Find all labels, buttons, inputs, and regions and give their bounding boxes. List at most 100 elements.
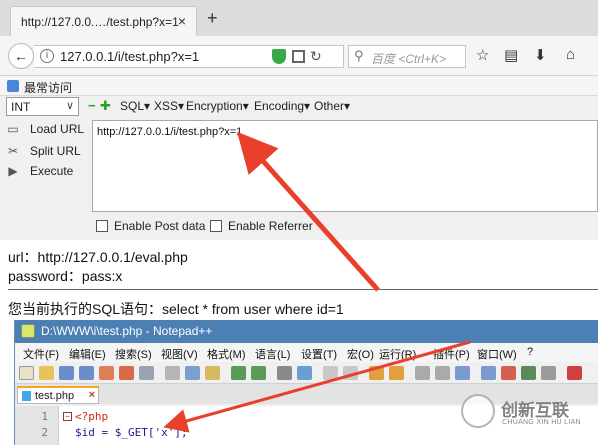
encoding-select-value: INT xyxy=(11,100,31,114)
menu-other-label: Other xyxy=(314,99,345,113)
load-url-button[interactable]: ▭ Load URL xyxy=(6,122,84,136)
execute-icon: ▶ xyxy=(8,164,18,178)
search-input[interactable]: ⚲ 百度 <Ctrl+K> xyxy=(348,45,466,68)
menu-settings[interactable]: 设置(T) xyxy=(301,346,337,362)
menu-view[interactable]: 视图(V) xyxy=(161,346,198,362)
qr-code-icon[interactable] xyxy=(292,50,305,63)
browser-navbar: ← i 127.0.0.1/i/test.php?x=1 ↻ ⚲ 百度 <Ctr… xyxy=(0,36,598,76)
stop-icon[interactable] xyxy=(567,366,582,380)
menu-format[interactable]: 格式(M) xyxy=(207,346,246,362)
home-icon[interactable]: ⌂ xyxy=(566,46,575,63)
hackbar-panel: ▭ Load URL ✂ Split URL ▶ Execute http://127… xyxy=(0,118,598,240)
reload-icon[interactable]: ↻ xyxy=(310,48,322,65)
menu-macro[interactable]: 宏(O) xyxy=(347,346,374,362)
menu-encoding-label: Encoding xyxy=(254,99,305,113)
find-icon[interactable] xyxy=(277,366,292,380)
browser-tab-strip: http://127.0.0.…/test.php?x=1 × + xyxy=(0,0,598,36)
notepad-toolbar xyxy=(15,362,598,384)
menu-run[interactable]: 运行(R) xyxy=(379,346,416,362)
address-bar[interactable]: i 127.0.0.1/i/test.php?x=1 ↻ xyxy=(34,45,344,68)
shield-icon[interactable] xyxy=(272,49,286,64)
watermark-text: 创新互联 xyxy=(501,401,569,420)
menu-edit[interactable]: 编辑(E) xyxy=(69,346,106,362)
redo-icon[interactable] xyxy=(251,366,266,380)
copy-icon[interactable] xyxy=(185,366,200,380)
cut-icon[interactable] xyxy=(165,366,180,380)
increase-icon[interactable]: ✚ xyxy=(100,98,111,114)
menu-window[interactable]: 窗口(W) xyxy=(477,346,517,362)
print-icon[interactable] xyxy=(139,366,154,380)
sync-horizontal-icon[interactable] xyxy=(389,366,404,380)
watermark-subtext: CHUANG XIN HU LIAN xyxy=(502,419,581,426)
notepad-title: D:\WWW\i\test.php - Notepad++ xyxy=(41,324,213,338)
menu-encoding[interactable]: Encoding▾ xyxy=(254,99,310,113)
encoding-select[interactable]: INT ∨ xyxy=(6,97,79,116)
save-all-icon[interactable] xyxy=(79,366,94,380)
enable-referrer-checkbox[interactable]: Enable Referrer xyxy=(210,219,313,233)
file-tab-label: test.php xyxy=(35,390,75,402)
hackbar-url-value: http://127.0.0.1/i/test.php?x=1 xyxy=(97,126,243,138)
menu-language[interactable]: 语言(L) xyxy=(255,346,290,362)
save-macro-icon[interactable] xyxy=(541,366,556,380)
new-tab-button[interactable]: + xyxy=(207,9,218,27)
bookmark-star-icon[interactable]: ☆ xyxy=(476,46,489,64)
menu-sql[interactable]: SQL▾ xyxy=(120,99,150,113)
file-tab[interactable]: test.php × xyxy=(17,386,99,404)
line-number: 1 xyxy=(41,410,48,423)
fold-toggle-icon[interactable]: − xyxy=(63,412,72,421)
notepad-titlebar: D:\WWW\i\test.php - Notepad++ xyxy=(15,320,598,343)
menu-xss-label: XSS xyxy=(154,99,179,113)
execute-button[interactable]: ▶ Execute xyxy=(6,164,73,178)
decrease-icon[interactable]: − xyxy=(88,98,96,113)
close-file-icon[interactable] xyxy=(99,366,114,380)
menu-other[interactable]: Other▾ xyxy=(314,99,350,113)
open-file-icon[interactable] xyxy=(39,366,54,380)
tab-close-icon[interactable]: × xyxy=(178,13,186,29)
close-all-icon[interactable] xyxy=(119,366,134,380)
browser-tab[interactable]: http://127.0.0.…/test.php?x=1 × xyxy=(10,6,197,36)
page-url-line: url：http://127.0.0.1/eval.php xyxy=(8,249,188,265)
code-line: $id = $_GET['x']; xyxy=(75,426,188,439)
menu-search[interactable]: 搜索(S) xyxy=(115,346,152,362)
library-icon[interactable]: ▤ xyxy=(504,46,518,64)
indent-guide-icon[interactable] xyxy=(455,366,470,380)
zoom-out-icon[interactable] xyxy=(343,366,358,380)
play-macro-icon[interactable] xyxy=(521,366,536,380)
doc-map-icon[interactable] xyxy=(481,366,496,380)
enable-post-data-label: Enable Post data xyxy=(114,219,206,233)
show-all-chars-icon[interactable] xyxy=(435,366,450,380)
hackbar-toolbar: INT ∨ − ✚ SQL▾ XSS▾ Encryption▾ Encoding… xyxy=(0,96,598,118)
menu-xss[interactable]: XSS▾ xyxy=(154,99,184,113)
bookmark-most-visited[interactable]: 最常访问 xyxy=(24,79,72,96)
notepad-menubar: 文件(F) 编辑(E) 搜索(S) 视图(V) 格式(M) 语言(L) 设置(T… xyxy=(15,343,598,362)
replace-icon[interactable] xyxy=(297,366,312,380)
word-wrap-icon[interactable] xyxy=(415,366,430,380)
paste-icon[interactable] xyxy=(205,366,220,380)
load-url-label: Load URL xyxy=(30,122,85,136)
menu-help[interactable]: ? xyxy=(527,346,533,358)
tab-close-icon[interactable]: × xyxy=(89,389,95,401)
watermark-logo-icon xyxy=(461,394,495,428)
record-macro-icon[interactable] xyxy=(501,366,516,380)
zoom-in-icon[interactable] xyxy=(323,366,338,380)
line-number-gutter: 1 2 xyxy=(15,406,59,445)
back-button[interactable]: ← xyxy=(8,43,34,69)
new-file-icon[interactable] xyxy=(19,366,34,380)
menu-file[interactable]: 文件(F) xyxy=(23,346,59,362)
checkbox-box xyxy=(210,220,222,232)
save-icon[interactable] xyxy=(59,366,74,380)
code-line: <?php xyxy=(75,410,109,423)
search-placeholder: 百度 <Ctrl+K> xyxy=(371,52,447,66)
sync-vertical-icon[interactable] xyxy=(369,366,384,380)
menu-plugins[interactable]: 插件(P) xyxy=(433,346,470,362)
page-content: url：http://127.0.0.1/eval.php password：p… xyxy=(0,240,598,320)
menu-encryption[interactable]: Encryption▾ xyxy=(186,99,249,113)
split-url-button[interactable]: ✂ Split URL xyxy=(6,144,81,158)
hackbar-url-textarea[interactable]: http://127.0.0.1/i/test.php?x=1 xyxy=(92,120,598,212)
checkbox-box xyxy=(96,220,108,232)
download-icon[interactable]: ⬇ xyxy=(534,46,547,64)
enable-post-data-checkbox[interactable]: Enable Post data xyxy=(96,219,205,233)
line-number: 2 xyxy=(41,426,48,439)
undo-icon[interactable] xyxy=(231,366,246,380)
info-icon[interactable]: i xyxy=(40,49,54,63)
